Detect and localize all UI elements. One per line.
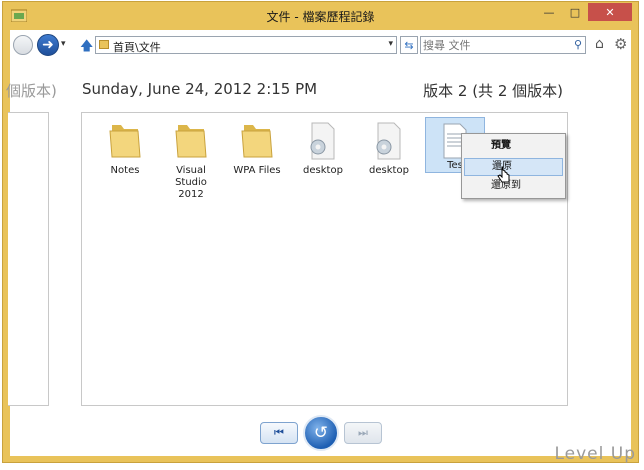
context-menu-preview[interactable]: 預覽 bbox=[464, 137, 563, 155]
file-name: Notes bbox=[110, 165, 140, 176]
file-history-window: 文件 - 檔案歷程記錄 — □ ✕ ➜ ▾ 🡅 首頁\文件 ▾ ⇆ ⚲ ⌂ ⚙ bbox=[2, 1, 639, 463]
client-area: ➜ ▾ 🡅 首頁\文件 ▾ ⇆ ⚲ ⌂ ⚙ 個版本) Sunday, June … bbox=[6, 30, 631, 456]
title-bar[interactable]: 文件 - 檔案歷程記錄 — □ ✕ bbox=[3, 2, 638, 30]
folder-icon bbox=[99, 40, 109, 49]
playback-controls: ⏮ ↺ ⏭ bbox=[260, 415, 390, 453]
file-item-desktop-ini-1[interactable]: desktop bbox=[293, 121, 353, 177]
up-arrow-icon[interactable]: 🡅 bbox=[80, 37, 93, 59]
version-count: 版本 2 (共 2 個版本) bbox=[423, 82, 563, 100]
watermark: Level Up bbox=[554, 444, 636, 464]
minimize-button[interactable]: — bbox=[536, 3, 562, 21]
search-icon[interactable]: ⚲ bbox=[574, 38, 582, 51]
close-button[interactable]: ✕ bbox=[588, 3, 632, 21]
previous-version-button[interactable]: ⏮ bbox=[260, 422, 298, 444]
maximize-button[interactable]: □ bbox=[562, 3, 588, 21]
refresh-button[interactable]: ⇆ bbox=[400, 36, 418, 54]
search-input[interactable] bbox=[423, 38, 563, 52]
folder-icon bbox=[109, 125, 141, 158]
folder-icon bbox=[241, 125, 273, 158]
context-menu: 預覽 還原 還原到 bbox=[461, 133, 566, 199]
file-item-visual-studio[interactable]: Visual Studio 2012 bbox=[161, 121, 221, 201]
next-version-button[interactable]: ⏭ bbox=[344, 422, 382, 444]
hand-cursor-icon bbox=[497, 166, 510, 183]
file-item-wpa-files[interactable]: WPA Files bbox=[227, 121, 287, 177]
file-name: desktop bbox=[303, 165, 343, 176]
window-controls: — □ ✕ bbox=[536, 3, 632, 21]
version-date: Sunday, June 24, 2012 2:15 PM bbox=[82, 80, 318, 98]
back-button[interactable] bbox=[13, 35, 33, 55]
folder-icon bbox=[175, 125, 207, 158]
address-bar[interactable]: 首頁\文件 ▾ bbox=[95, 36, 397, 54]
restore-button[interactable]: ↺ bbox=[303, 415, 339, 451]
settings-file-icon bbox=[376, 122, 401, 160]
file-name: WPA Files bbox=[233, 165, 281, 176]
history-dropdown-icon[interactable]: ▾ bbox=[61, 39, 66, 49]
home-icon[interactable]: ⌂ bbox=[595, 36, 604, 52]
file-item-desktop-ini-2[interactable]: desktop bbox=[359, 121, 419, 177]
file-item-notes[interactable]: Notes bbox=[95, 121, 155, 177]
file-name: Visual Studio 2012 bbox=[175, 165, 207, 200]
context-menu-restore-to[interactable]: 還原到 bbox=[464, 177, 563, 195]
navigation-toolbar: ➜ ▾ 🡅 首頁\文件 ▾ ⇆ ⚲ ⌂ ⚙ bbox=[10, 30, 631, 60]
previous-version-pane[interactable] bbox=[8, 112, 49, 406]
settings-file-icon bbox=[310, 122, 335, 160]
chevron-down-icon[interactable]: ▾ bbox=[388, 39, 393, 49]
previous-version-label[interactable]: 個版本) bbox=[6, 80, 57, 101]
file-name: desktop bbox=[369, 165, 409, 176]
context-menu-restore[interactable]: 還原 bbox=[464, 158, 563, 176]
address-path: 首頁\文件 bbox=[113, 41, 161, 54]
gear-icon[interactable]: ⚙ bbox=[614, 35, 627, 53]
search-box[interactable]: ⚲ bbox=[420, 36, 586, 54]
forward-button[interactable]: ➜ bbox=[37, 34, 59, 56]
